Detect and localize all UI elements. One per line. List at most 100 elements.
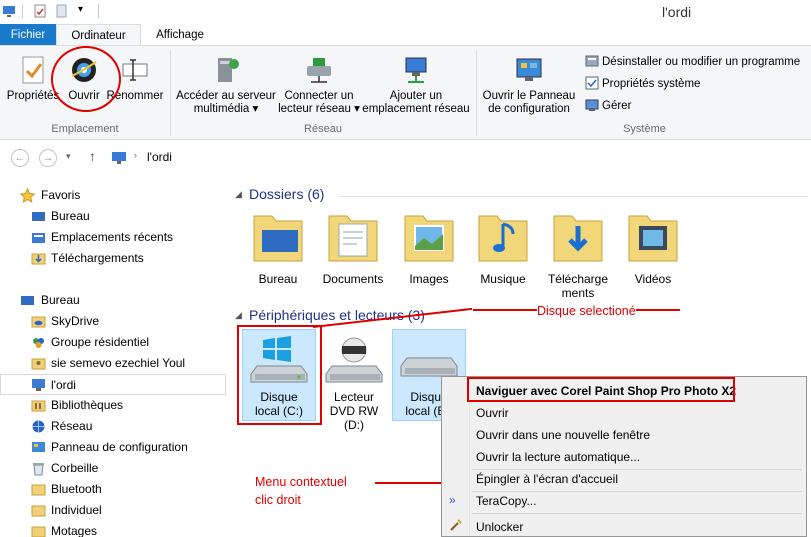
- sidebar-item-skydrive[interactable]: SkyDrive: [0, 311, 226, 332]
- sidebar-item-bureau[interactable]: Bureau: [0, 206, 226, 227]
- recent-locations-icon[interactable]: ▾: [66, 151, 71, 162]
- sidebar-item-downloads[interactable]: Téléchargements: [0, 248, 226, 269]
- folder-videos[interactable]: Vidéos: [618, 208, 688, 286]
- ribbon-tabs: Fichier Ordinateur Affichage: [0, 24, 811, 46]
- breadcrumb[interactable]: l'ordi: [147, 150, 172, 164]
- breadcrumb-chevron-icon[interactable]: ›: [134, 150, 137, 160]
- unlocker-icon: [450, 519, 462, 531]
- folder-images[interactable]: Images: [394, 208, 464, 286]
- forward-arrow-icon[interactable]: →: [39, 149, 57, 167]
- network-location-label-2: emplacement réseau: [362, 103, 470, 115]
- menu-item-unlocker[interactable]: Unlocker: [476, 520, 523, 534]
- sidebar-item-bureau-root[interactable]: Bureau: [0, 290, 226, 311]
- tab-affichage[interactable]: Affichage: [141, 24, 219, 46]
- network-icon: [32, 420, 45, 433]
- images-folder-icon: [404, 215, 454, 262]
- sidebar-item-label: Favoris: [41, 188, 81, 202]
- teracopy-icon: »: [449, 493, 456, 507]
- control-panel-button[interactable]: Ouvrir le Panneau de configuration: [480, 54, 578, 116]
- network-location-label-1: Ajouter un: [389, 90, 443, 102]
- sidebar-item-label: Emplacements récents: [51, 230, 174, 244]
- annotation-line: [375, 482, 441, 484]
- tab-fichier[interactable]: Fichier: [0, 24, 56, 46]
- sidebar-item-lordi[interactable]: l'ordi: [0, 374, 226, 395]
- drive-label-1: Lecteur: [333, 390, 375, 404]
- sidebar-item-network[interactable]: Réseau: [0, 416, 226, 437]
- libraries-icon: [31, 400, 46, 412]
- recycle-bin-icon: [33, 463, 44, 476]
- menu-item-new-window[interactable]: Ouvrir dans une nouvelle fenêtre: [476, 428, 650, 442]
- dvd-drive-icon: [325, 337, 383, 383]
- music-folder-icon: [478, 215, 528, 262]
- system-properties-label: Propriétés système: [602, 78, 701, 90]
- documents-folder-icon: [328, 215, 378, 262]
- menu-item-highlight: [467, 377, 735, 402]
- sidebar-item-label: Bibliothèques: [51, 398, 124, 412]
- menu-item-ouvrir[interactable]: Ouvrir: [476, 406, 509, 420]
- manage-button[interactable]: Gérer: [585, 98, 631, 116]
- computer-icon: [32, 379, 45, 391]
- map-drive-label-1: Connecter un: [284, 90, 354, 102]
- menu-separator: [472, 469, 802, 470]
- sidebar-item-user[interactable]: sie semevo ezechiel Youl: [0, 353, 226, 374]
- map-drive-label-2: lecteur réseau ▾: [278, 103, 360, 115]
- map-drive-button[interactable]: Connecter un lecteur réseau ▾: [278, 54, 360, 116]
- control-panel-label-1: Ouvrir le Panneau: [482, 90, 576, 102]
- media-server-label-1: Accéder au serveur: [176, 90, 276, 102]
- navigation-bar: ← → ▾ ↑ › l'ordi: [0, 141, 811, 175]
- map-drive-icon: [307, 58, 331, 83]
- collapse-folders-icon[interactable]: ◢: [235, 189, 242, 200]
- up-arrow-icon[interactable]: ↑: [89, 148, 96, 164]
- media-server-button[interactable]: Accéder au serveur multimédia ▾: [174, 54, 278, 116]
- devices-header[interactable]: Périphériques et lecteurs (3): [249, 307, 425, 323]
- menu-item-autoplay[interactable]: Ouvrir la lecture automatique...: [476, 450, 640, 464]
- section-divider: [338, 196, 808, 197]
- folder-icon: [31, 484, 46, 496]
- user-folder-icon: [31, 358, 46, 370]
- folder-icon: [31, 505, 46, 517]
- sidebar-item-label: Individuel: [51, 503, 102, 517]
- sidebar-item-motages[interactable]: Motages: [0, 521, 226, 537]
- back-arrow-icon[interactable]: ←: [11, 149, 29, 167]
- uninstall-label: Désinstaller ou modifier un programme: [602, 56, 801, 68]
- menu-item-pin-start[interactable]: Épingler à l'écran d'accueil: [476, 472, 618, 486]
- system-properties-button[interactable]: Propriétés système: [585, 76, 700, 94]
- folder-label: Musique: [480, 272, 526, 286]
- group-divider: [476, 50, 477, 136]
- sidebar-item-label: Bluetooth: [51, 482, 102, 496]
- sidebar-item-label: sie semevo ezechiel Youl: [51, 356, 186, 370]
- folder-musique[interactable]: Musique: [468, 208, 538, 286]
- window-title: l'ordi: [662, 4, 692, 20]
- collapse-devices-icon[interactable]: ◢: [235, 310, 242, 321]
- sidebar-item-recent[interactable]: Emplacements récents: [0, 227, 226, 248]
- uninstall-program-button[interactable]: Désinstaller ou modifier un programme: [585, 54, 800, 72]
- folder-telechargements[interactable]: Télécharge ments: [543, 208, 613, 300]
- media-server-icon: [218, 58, 239, 82]
- sidebar-item-recycle-bin[interactable]: Corbeille: [0, 458, 226, 479]
- properties-icon[interactable]: [33, 4, 47, 18]
- folder-bureau[interactable]: Bureau: [243, 208, 313, 286]
- network-location-button[interactable]: Ajouter un emplacement réseau: [360, 54, 472, 116]
- folder-label: Images: [409, 272, 449, 286]
- new-folder-icon[interactable]: [55, 4, 69, 18]
- computer-icon[interactable]: [2, 4, 16, 18]
- sidebar-item-libraries[interactable]: Bibliothèques: [0, 395, 226, 416]
- sidebar-item-individuel[interactable]: Individuel: [0, 500, 226, 521]
- tab-ordinateur[interactable]: Ordinateur: [56, 24, 141, 46]
- open-button-highlight: [51, 46, 121, 112]
- sidebar-item-label: Motages: [51, 524, 98, 537]
- quick-access-dropdown-icon[interactable]: ▾: [78, 4, 83, 15]
- sidebar-item-favoris[interactable]: Favoris: [0, 185, 226, 206]
- rename-icon: [122, 59, 148, 81]
- menu-item-teracopy[interactable]: TeraCopy...: [476, 494, 536, 508]
- drive-d[interactable]: Lecteur DVD RW (D:): [317, 336, 391, 432]
- sidebar-item-homegroup[interactable]: Groupe résidentiel: [0, 332, 226, 353]
- folders-header[interactable]: Dossiers (6): [249, 186, 324, 202]
- sidebar-item-bluetooth[interactable]: Bluetooth: [0, 479, 226, 500]
- sidebar-item-control-panel[interactable]: Panneau de configuration: [0, 437, 226, 458]
- network-location-icon: [405, 57, 427, 83]
- downloads-icon: [31, 253, 46, 265]
- folder-icon: [31, 526, 46, 537]
- folder-documents[interactable]: Documents: [318, 208, 388, 286]
- star-icon: [20, 188, 35, 203]
